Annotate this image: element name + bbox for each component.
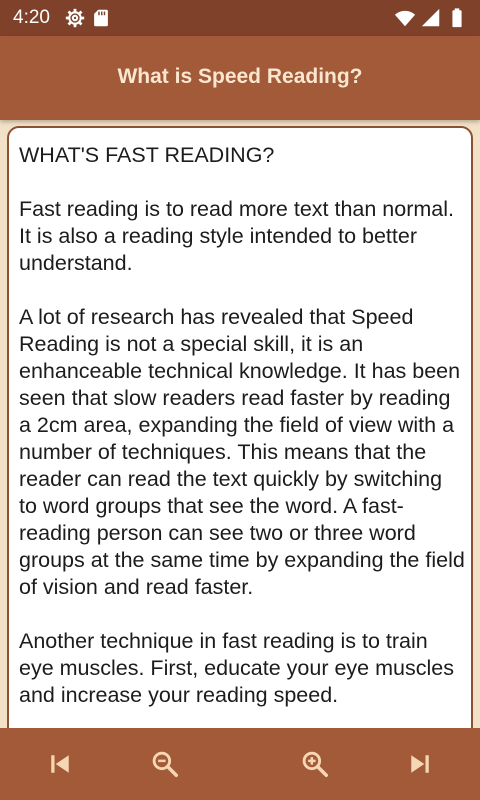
last-page-button[interactable] [402,746,438,782]
app-bar: What is Speed Reading? [0,36,480,120]
zoom-in-icon [300,749,330,779]
settings-gear-icon [64,7,86,29]
zoom-in-button[interactable] [297,746,333,782]
page-title: What is Speed Reading? [117,65,363,88]
cellular-signal-icon [420,7,442,29]
bottom-toolbar [0,728,480,800]
status-time: 4:20 [13,7,50,28]
article-text: WHAT'S FAST READING? Fast reading is to … [19,143,465,707]
zoom-out-button[interactable] [147,746,183,782]
wifi-icon [394,7,416,29]
status-right-icons [390,7,468,29]
first-page-button[interactable] [42,746,78,782]
sd-card-icon [90,7,112,29]
skip-next-icon [405,749,435,779]
skip-previous-icon [45,749,75,779]
battery-icon [446,7,468,29]
status-left-icons [60,7,112,29]
status-bar: 4:20 [0,0,480,36]
zoom-out-icon [150,749,180,779]
article-card[interactable]: WHAT'S FAST READING? Fast reading is to … [7,126,473,770]
